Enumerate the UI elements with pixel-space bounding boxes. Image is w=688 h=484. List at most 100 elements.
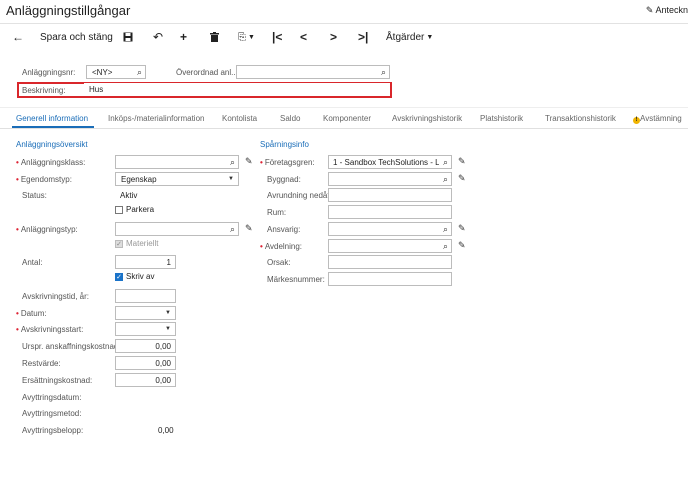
tab-reconciliation[interactable]: ! Avstämning <box>633 114 682 124</box>
last-record-button[interactable]: >| <box>358 28 368 46</box>
edit-icon[interactable]: ✎ <box>458 173 466 184</box>
park-checkbox[interactable] <box>115 206 123 214</box>
warning-icon: ! <box>633 117 640 124</box>
room-input[interactable] <box>328 205 452 219</box>
description-input[interactable]: Hus <box>84 83 390 96</box>
room-label: Rum: <box>267 208 287 217</box>
undo-icon: ↶ <box>153 30 164 44</box>
add-button[interactable]: + <box>180 28 187 46</box>
asset-class-label-text: Anläggningsklass: <box>20 158 86 167</box>
date-label: • Datum: <box>16 309 47 318</box>
save-close-button[interactable]: Spara och stäng <box>40 28 113 46</box>
department-input[interactable]: ⌕ <box>328 239 452 253</box>
parent-asset-label: Överordnad anl... <box>176 68 238 77</box>
search-icon[interactable]: ⌕ <box>230 157 235 168</box>
edit-icon[interactable]: ✎ <box>458 156 466 167</box>
orig-cost-value: 0,00 <box>155 342 171 351</box>
search-icon[interactable]: ⌕ <box>443 157 448 168</box>
search-icon[interactable]: ⌕ <box>137 67 142 78</box>
depreciate-checkbox[interactable]: ✓ <box>115 273 123 281</box>
asset-type-input[interactable]: ⌕ <box>115 222 239 236</box>
useful-life-input[interactable] <box>115 289 176 303</box>
required-marker: • <box>16 175 19 184</box>
tabs-bottom-divider <box>0 128 688 129</box>
chevron-left-icon: < <box>300 30 308 44</box>
ownership-type-select[interactable]: Egenskap ▼ <box>115 172 239 186</box>
status-value: Aktiv <box>120 191 138 200</box>
branch-input[interactable]: 1 - Sandbox TechSolutions - Lui ⌕ <box>328 155 452 169</box>
edit-icon[interactable]: ✎ <box>458 223 466 234</box>
required-marker: • <box>16 309 19 318</box>
date-label-text: Datum: <box>20 309 47 318</box>
search-icon[interactable]: ⌕ <box>230 224 235 235</box>
previous-record-button[interactable]: < <box>300 28 307 46</box>
description-value: Hus <box>89 85 104 94</box>
replacement-cost-input[interactable]: 0,00 <box>115 373 176 387</box>
reason-label: Orsak: <box>267 258 291 267</box>
copy-paste-button[interactable]: ⎘ ▼ <box>238 28 255 46</box>
residual-value-input[interactable]: 0,00 <box>115 356 176 370</box>
building-input[interactable]: ⌕ <box>328 172 452 186</box>
tabs-top-divider <box>0 107 688 108</box>
dep-start-label: • Avskrivningsstart: <box>16 325 83 334</box>
material-checkbox: ✓ <box>115 240 123 248</box>
last-icon: >| <box>358 30 369 44</box>
status-label: Status: <box>22 191 47 200</box>
disposal-method-label: Avyttringsmetod: <box>22 409 82 418</box>
orig-cost-input[interactable]: 0,00 <box>115 339 176 353</box>
asset-type-label-text: Anläggningstyp: <box>20 225 78 234</box>
edit-icon[interactable]: ✎ <box>458 240 466 251</box>
required-marker: • <box>260 158 263 167</box>
search-icon[interactable]: ⌕ <box>381 67 386 78</box>
undo-button[interactable]: ↶ <box>153 28 163 46</box>
date-select[interactable]: ▼ <box>115 306 176 320</box>
reason-input[interactable] <box>328 255 452 269</box>
next-record-button[interactable]: > <box>330 28 337 46</box>
tab-purchase-info[interactable]: Inköps-/materialinformation <box>108 114 204 123</box>
save-button[interactable] <box>123 28 133 46</box>
asset-no-value: <NY> <box>92 68 113 77</box>
tab-depreciation-history[interactable]: Avskrivningshistorik <box>392 114 462 123</box>
chevron-down-icon: ▼ <box>228 176 234 182</box>
edit-icon[interactable]: ✎ <box>245 223 253 234</box>
actions-menu[interactable]: Åtgärder ▼ <box>386 28 433 46</box>
disposal-amount-label: Avyttringsbelopp: <box>22 426 84 435</box>
department-label-text: Avdelning: <box>264 242 303 251</box>
first-record-button[interactable]: |< <box>272 28 282 46</box>
branch-value: 1 - Sandbox TechSolutions - Lui <box>333 158 439 167</box>
tab-transaction-history[interactable]: Transaktionshistorik <box>545 114 616 123</box>
department-label: • Avdelning: <box>260 242 302 251</box>
edit-icon[interactable]: ✎ <box>245 156 253 167</box>
tab-general-info[interactable]: Generell information <box>16 114 88 123</box>
tracking-info-title: Spårningsinfo <box>260 140 309 149</box>
quantity-value: 1 <box>166 258 171 267</box>
replacement-cost-label: Ersättningskostnad: <box>22 376 93 385</box>
asset-class-input[interactable]: ⌕ <box>115 155 239 169</box>
rounding-input[interactable] <box>328 188 452 202</box>
quantity-input[interactable]: 1 <box>115 255 176 269</box>
plus-icon: + <box>180 30 188 44</box>
search-icon[interactable]: ⌕ <box>443 224 448 235</box>
delete-button[interactable] <box>210 28 219 46</box>
search-icon[interactable]: ⌕ <box>443 174 448 185</box>
asset-class-label: • Anläggningsklass: <box>16 158 85 167</box>
residual-value-label: Restvärde: <box>22 359 61 368</box>
tag-number-input[interactable] <box>328 272 452 286</box>
rounding-label: Avrundning nedåt: <box>267 191 332 200</box>
tab-location-history[interactable]: Platshistorik <box>480 114 523 123</box>
tab-balance[interactable]: Saldo <box>280 114 300 123</box>
parent-asset-input[interactable]: ⌕ <box>236 65 390 79</box>
search-icon[interactable]: ⌕ <box>443 241 448 252</box>
custodian-input[interactable]: ⌕ <box>328 222 452 236</box>
page-title: Anläggningstillgångar <box>6 3 131 18</box>
branch-label: • Företagsgren: <box>260 158 315 167</box>
edit-note-icon: ✎ <box>645 5 654 15</box>
dep-start-select[interactable]: ▼ <box>115 322 176 336</box>
back-button[interactable]: ← <box>12 28 24 46</box>
asset-no-input[interactable]: <NY> ⌕ <box>86 65 146 79</box>
tab-components[interactable]: Komponenter <box>323 114 371 123</box>
chevron-down-icon: ▼ <box>165 310 171 316</box>
building-label: Byggnad: <box>267 175 301 184</box>
tab-account-list[interactable]: Kontolista <box>222 114 257 123</box>
notes-link[interactable]: ✎ Anteckn <box>646 5 688 16</box>
